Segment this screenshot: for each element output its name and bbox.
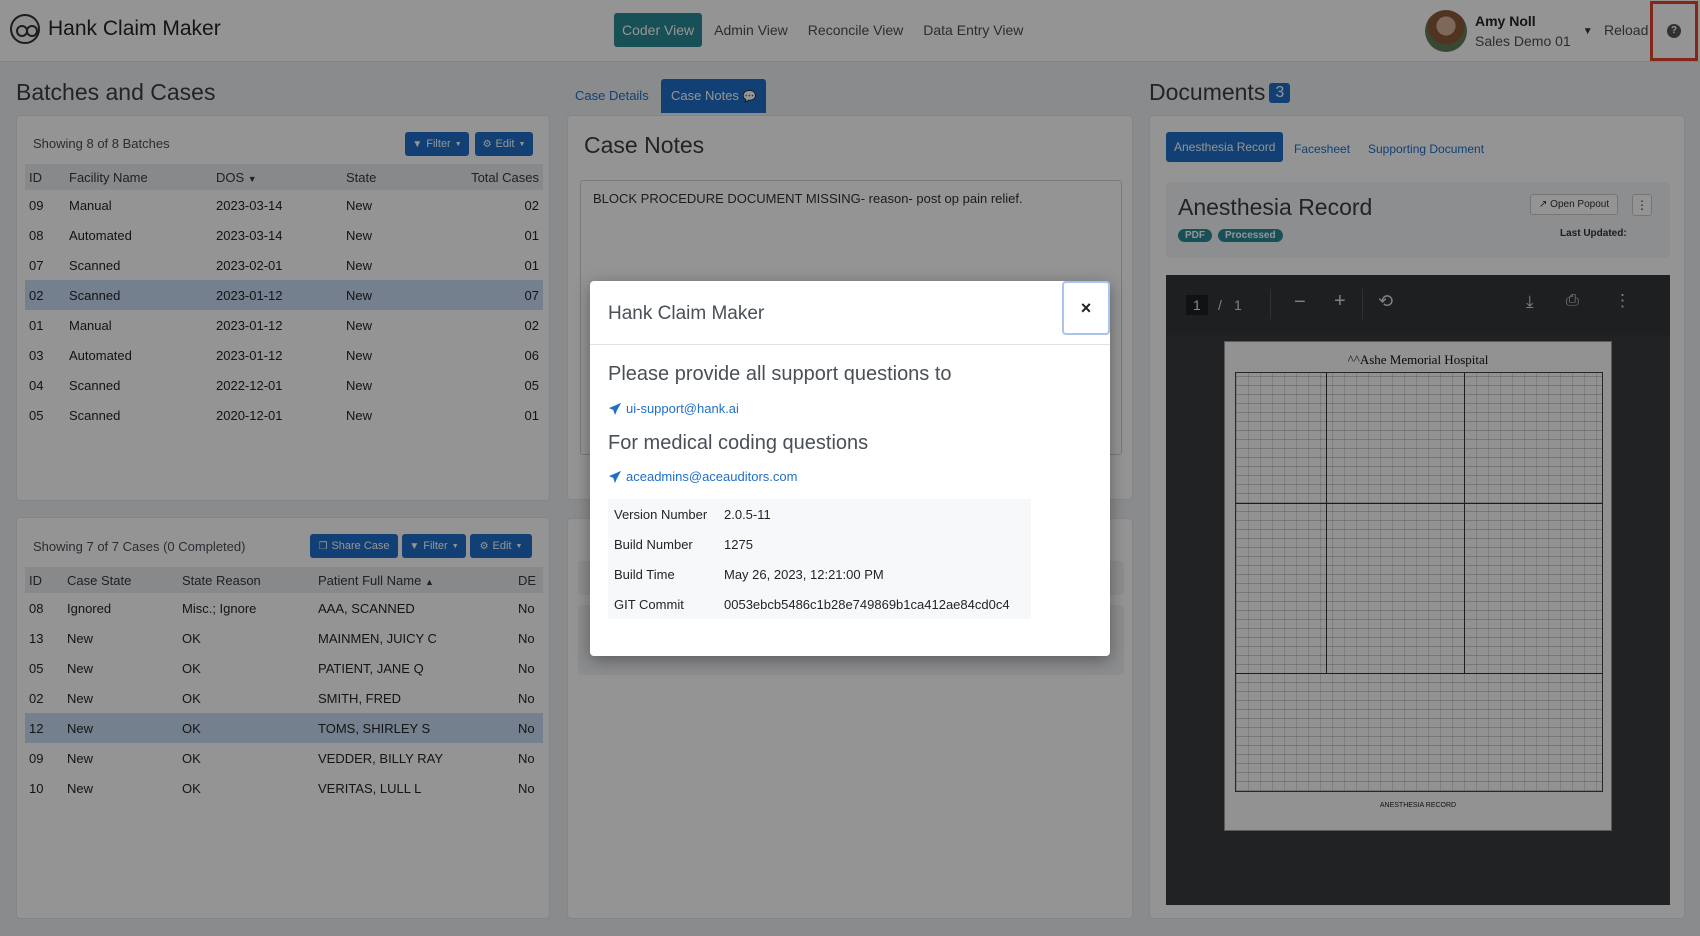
- info-row: Build Number 1275: [614, 536, 753, 552]
- modal-title: Hank Claim Maker: [608, 303, 765, 324]
- about-modal: Hank Claim Maker × Please provide all su…: [590, 281, 1110, 656]
- close-icon: ×: [1080, 298, 1092, 318]
- info-row: GIT Commit 0053ebcb5486c1b28e749869b1ca41…: [614, 596, 1010, 612]
- paper-plane-icon: [608, 470, 622, 483]
- info-row: Version Number 2.0.5-11: [614, 506, 771, 522]
- build-info-table: Version Number 2.0.5-11 Build Number 1275 …: [608, 499, 1031, 619]
- paper-plane-icon: [608, 402, 622, 415]
- info-row: Build Time May 26, 2023, 12:21:00 PM: [614, 566, 884, 582]
- coding-heading: For medical coding questions: [608, 432, 869, 454]
- support-email-link[interactable]: ui-support@hank.ai: [608, 401, 739, 416]
- coding-email-link[interactable]: aceadmins@aceauditors.com: [608, 469, 797, 484]
- support-heading: Please provide all support questions to: [608, 363, 952, 385]
- close-button[interactable]: ×: [1062, 281, 1110, 335]
- modal-header: Hank Claim Maker ×: [590, 281, 1110, 345]
